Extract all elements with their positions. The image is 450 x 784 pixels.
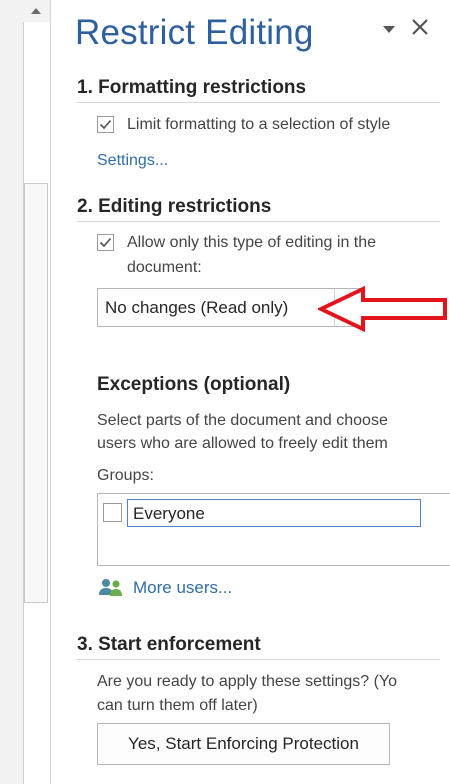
enforcement-description-line2: can turn them off later) bbox=[97, 697, 258, 714]
start-enforcing-button[interactable]: Yes, Start Enforcing Protection bbox=[97, 723, 390, 765]
group-everyone-label: Everyone bbox=[133, 504, 205, 523]
section-divider bbox=[77, 102, 440, 103]
section-divider bbox=[77, 221, 440, 222]
start-enforcement-heading: 3. Start enforcement bbox=[77, 634, 261, 655]
scroll-thumb[interactable] bbox=[24, 183, 48, 603]
groups-label: Groups: bbox=[97, 467, 154, 484]
more-users-link[interactable]: More users... bbox=[133, 578, 232, 598]
checkmark-icon bbox=[99, 119, 112, 130]
chevron-down-icon[interactable] bbox=[381, 22, 397, 36]
annotation-arrow-icon bbox=[318, 286, 447, 332]
group-everyone-checkbox[interactable] bbox=[103, 503, 122, 522]
limit-formatting-checkbox[interactable] bbox=[97, 116, 114, 133]
enforcement-description-line1: Are you ready to apply these settings? (… bbox=[97, 673, 398, 690]
allow-editing-label-line2: document: bbox=[127, 259, 202, 276]
exceptions-description-line2: users who are allowed to freely edit the… bbox=[97, 435, 388, 452]
formatting-restrictions-heading: 1. Formatting restrictions bbox=[77, 77, 307, 98]
allow-editing-label-line1: Allow only this type of editing in the bbox=[127, 234, 377, 251]
exceptions-description-line1: Select parts of the document and choose bbox=[97, 412, 388, 429]
dropdown-selected-value: No changes (Read only) bbox=[105, 298, 289, 317]
more-users-icon[interactable] bbox=[97, 577, 125, 599]
formatting-settings-link[interactable]: Settings... bbox=[97, 152, 168, 170]
editing-restrictions-heading: 2. Editing restrictions bbox=[77, 196, 272, 217]
limit-formatting-label: Limit formatting to a selection of style bbox=[127, 116, 391, 133]
close-icon[interactable] bbox=[409, 16, 431, 38]
exceptions-heading: Exceptions (optional) bbox=[97, 374, 291, 395]
allow-editing-type-checkbox[interactable] bbox=[97, 234, 114, 251]
scroll-up-arrow-icon bbox=[31, 8, 41, 14]
checkmark-icon bbox=[99, 237, 112, 248]
scroll-up-button[interactable] bbox=[24, 0, 48, 22]
section-divider bbox=[77, 659, 440, 660]
group-everyone-item[interactable]: Everyone bbox=[127, 499, 421, 527]
pane-title: Restrict Editing bbox=[75, 13, 314, 52]
